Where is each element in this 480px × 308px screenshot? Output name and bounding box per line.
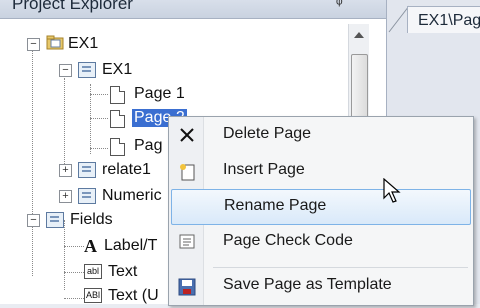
menu-item-page-check-code[interactable]: Page Check Code — [171, 225, 469, 259]
text-upper-field-icon: ABl — [84, 288, 102, 303]
project-folder-icon — [46, 34, 64, 50]
collapse-toggle[interactable]: − — [59, 64, 72, 77]
context-menu: Delete Page Insert Page Rename Page Page… — [168, 116, 474, 306]
view-icon — [78, 188, 96, 204]
label-field-icon: A — [84, 236, 97, 256]
expand-toggle[interactable]: + — [59, 190, 72, 203]
menu-item-insert-page[interactable]: Insert Page — [171, 154, 469, 188]
save-disk-icon — [177, 277, 197, 296]
tree-label-label-field: Label/T — [104, 237, 158, 254]
tree-label-page3: Pag — [134, 137, 163, 154]
menu-item-delete-page[interactable]: Delete Page — [171, 118, 469, 152]
check-code-icon — [177, 233, 197, 251]
tree-label-numeric: Numeric — [102, 187, 162, 204]
menu-item-label: Rename Page — [224, 197, 327, 214]
tree-label-text-field: Text — [108, 263, 138, 280]
menu-separator — [213, 267, 468, 268]
insert-page-icon — [177, 162, 197, 181]
pin-icon[interactable]: ᵠ — [336, 0, 343, 12]
page-icon — [110, 110, 125, 128]
view-icon — [78, 162, 96, 178]
menu-item-rename-page[interactable]: Rename Page — [171, 189, 471, 225]
explorer-title-bar: Project Explorer ᵠ — [0, 0, 386, 19]
tree-label-relate: relate1 — [102, 161, 151, 178]
scroll-up-arrow-icon[interactable] — [354, 32, 364, 38]
tree-label-text-upper-field: Text (U — [108, 287, 159, 304]
explorer-title: Project Explorer — [12, 0, 133, 13]
collapse-toggle[interactable]: − — [27, 214, 40, 227]
expand-toggle[interactable]: + — [59, 164, 72, 177]
fields-icon — [46, 212, 64, 228]
page-icon — [110, 86, 125, 104]
tree-label-root: EX1 — [68, 35, 99, 52]
tree-label-page1: Page 1 — [134, 85, 185, 102]
menu-item-label: Insert Page — [223, 161, 305, 178]
menu-item-label: Page Check Code — [223, 232, 353, 249]
menu-item-label: Delete Page — [223, 125, 312, 142]
menu-item-save-page-as-template[interactable]: Save Page as Template — [171, 269, 469, 303]
tree-label-view: EX1 — [102, 61, 133, 78]
mouse-pointer-icon — [383, 178, 401, 203]
text-field-icon: abl — [84, 264, 102, 279]
menu-item-label: Save Page as Template — [223, 276, 392, 293]
delete-x-icon — [177, 126, 197, 144]
view-icon — [78, 62, 96, 78]
tab-page-document[interactable]: EX1\Pag — [407, 6, 480, 33]
tab-label: EX1\Pag — [418, 12, 480, 29]
page-icon — [110, 138, 125, 156]
tree-label-fields: Fields — [70, 211, 113, 228]
collapse-toggle[interactable]: − — [27, 38, 40, 51]
